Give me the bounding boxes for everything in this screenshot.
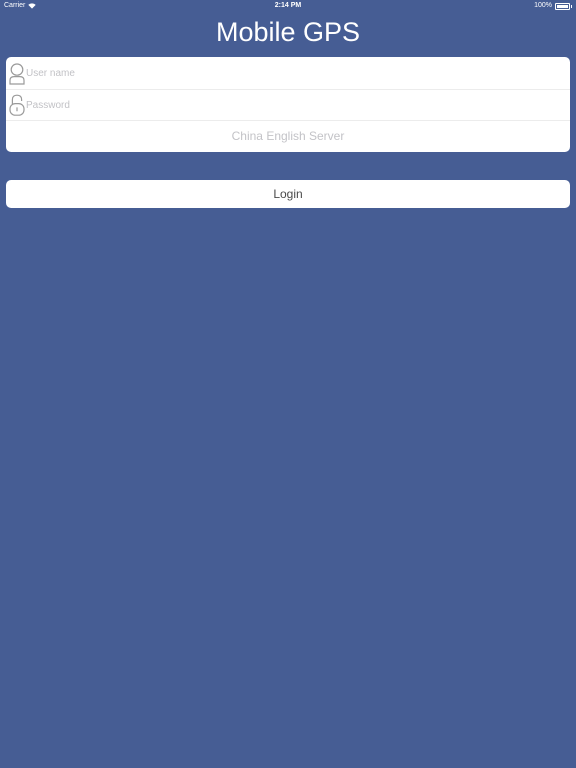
password-row bbox=[6, 90, 570, 121]
battery-body bbox=[555, 2, 570, 10]
battery-icon bbox=[555, 2, 572, 10]
status-bar: Carrier 2:14 PM 100% bbox=[0, 0, 576, 12]
login-form-card: China English Server bbox=[6, 57, 570, 152]
username-input[interactable] bbox=[26, 57, 556, 89]
server-row[interactable]: China English Server bbox=[6, 121, 570, 152]
user-icon bbox=[9, 63, 25, 85]
battery-tip bbox=[571, 4, 572, 8]
status-time: 2:14 PM bbox=[274, 2, 302, 9]
login-button[interactable]: Login bbox=[6, 180, 570, 208]
battery-fill bbox=[557, 4, 568, 8]
status-right: 100% bbox=[534, 0, 572, 12]
lock-icon bbox=[9, 94, 25, 116]
username-row bbox=[6, 57, 570, 90]
login-screen: Carrier 2:14 PM 100% Mobile GPS User nam… bbox=[0, 0, 576, 768]
server-selector[interactable]: China English Server bbox=[6, 121, 570, 152]
password-input[interactable] bbox=[26, 90, 556, 120]
app-title: Mobile GPS bbox=[215, 17, 361, 47]
battery-percentage: 100% bbox=[534, 2, 552, 9]
